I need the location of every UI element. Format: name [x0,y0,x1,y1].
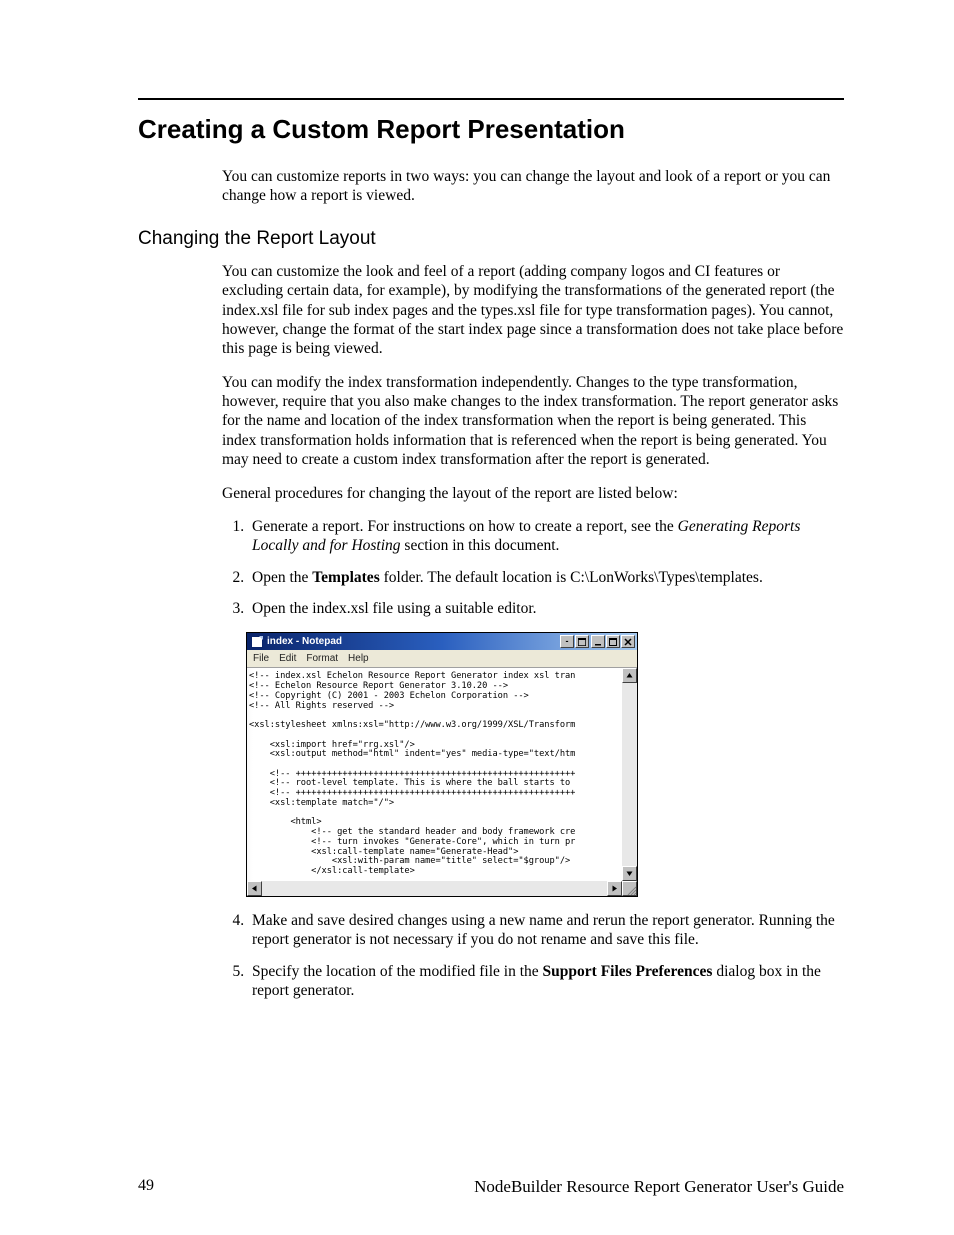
paragraph-3: General procedures for changing the layo… [222,484,844,503]
step-4: Make and save desired changes using a ne… [248,911,844,950]
hscroll-track[interactable] [262,881,607,896]
step-1: Generate a report. For instructions on h… [248,517,844,556]
paragraph-2: You can modify the index transformation … [222,373,844,470]
step-3: Open the index.xsl file using a suitable… [248,599,844,618]
horizontal-scrollbar[interactable] [247,881,637,896]
fullbox-button-icon[interactable] [575,635,589,648]
step-1-text-b: section in this document. [401,537,560,554]
notepad-window: index - Notepad - [246,632,638,896]
subheading: Changing the Report Layout [138,228,844,250]
step-2-text-b: folder. The default location is C:\LonWo… [380,569,763,586]
paragraph-1: You can customize the look and feel of a… [222,262,844,359]
document-icon [251,636,263,648]
step-2-strong: Templates [312,569,379,586]
dash-button-icon[interactable]: - [560,635,574,648]
scroll-up-icon[interactable] [622,668,637,683]
notepad-title: index - Notepad [267,636,342,649]
notepad-screenshot: index - Notepad - [246,632,844,896]
menu-format[interactable]: Format [306,653,338,666]
page-number: 49 [138,1177,154,1197]
scroll-left-icon[interactable] [247,881,262,896]
scroll-down-icon[interactable] [622,866,637,881]
procedure-list: Generate a report. For instructions on h… [222,517,844,619]
procedure-list-cont: Make and save desired changes using a ne… [222,911,844,1001]
content-block: You can customize the look and feel of a… [222,262,844,1001]
scroll-right-icon[interactable] [607,881,622,896]
notepad-menubar: File Edit Format Help [247,650,637,668]
page-footer: 49 NodeBuilder Resource Report Generator… [138,1177,844,1197]
vscroll-track[interactable] [622,683,637,865]
step-1-text-a: Generate a report. For instructions on h… [252,518,678,535]
document-title-footer: NodeBuilder Resource Report Generator Us… [474,1177,844,1197]
intro-block: You can customize reports in two ways: y… [222,167,844,206]
step-5-text-a: Specify the location of the modified fil… [252,963,543,980]
close-button-icon[interactable] [621,635,635,648]
page-heading: Creating a Custom Report Presentation [138,114,844,145]
step-5: Specify the location of the modified fil… [248,962,844,1001]
resize-grip-icon[interactable] [622,881,637,896]
horizontal-rule [138,98,844,100]
minimize-button-icon[interactable] [591,635,605,648]
intro-paragraph: You can customize reports in two ways: y… [222,167,844,206]
notepad-textarea[interactable]: <!-- index.xsl Echelon Resource Report G… [247,668,622,880]
menu-file[interactable]: File [253,653,269,666]
menu-edit[interactable]: Edit [279,653,296,666]
vertical-scrollbar[interactable] [622,668,637,880]
step-5-strong: Support Files Preferences [543,963,713,980]
maximize-button-icon[interactable] [606,635,620,648]
window-controls: - [560,635,635,648]
menu-help[interactable]: Help [348,653,369,666]
step-2: Open the Templates folder. The default l… [248,568,844,587]
step-2-text-a: Open the [252,569,312,586]
notepad-titlebar: index - Notepad - [247,633,637,650]
